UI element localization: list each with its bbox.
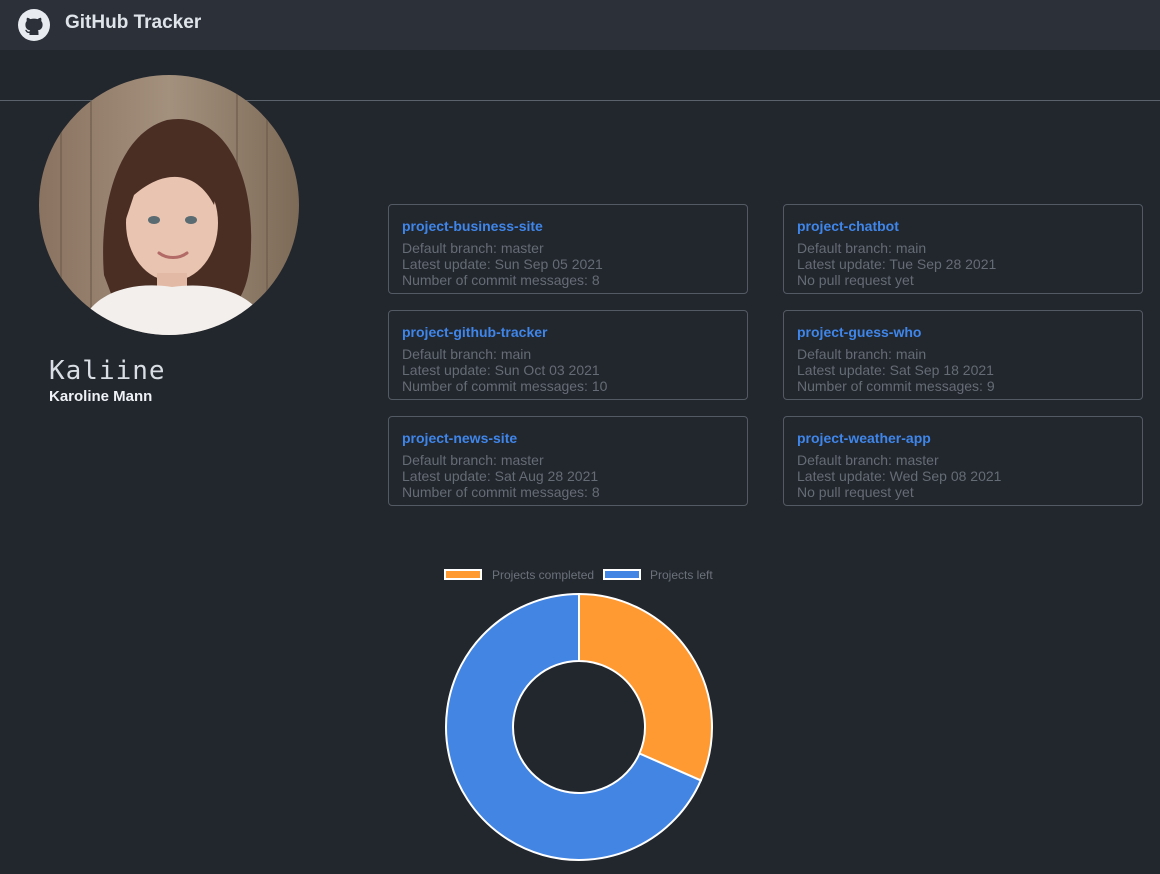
project-default-branch: Default branch: master [797, 452, 939, 468]
profile-avatar [39, 75, 299, 335]
project-commit-count: Number of commit messages: 9 [797, 378, 995, 394]
project-card: project-chatbot Default branch: main Lat… [783, 204, 1143, 294]
project-card: project-guess-who Default branch: main L… [783, 310, 1143, 400]
legend-label-completed[interactable]: Projects completed [492, 568, 594, 582]
profile-username: Kaliine [49, 356, 166, 386]
project-commit-count: Number of commit messages: 8 [402, 484, 600, 500]
project-default-branch: Default branch: master [402, 240, 544, 256]
top-nav-bar: GitHub Tracker [0, 0, 1160, 50]
project-default-branch: Default branch: main [797, 240, 927, 256]
project-link[interactable]: project-news-site [402, 430, 747, 446]
project-card: project-business-site Default branch: ma… [388, 204, 748, 294]
legend-swatch-completed[interactable] [444, 569, 482, 580]
project-card: project-news-site Default branch: master… [388, 416, 748, 506]
project-latest-update: Latest update: Sat Aug 28 2021 [402, 468, 599, 484]
projects-doughnut-chart [445, 592, 713, 861]
profile-full-name: Karoline Mann [49, 388, 153, 405]
project-latest-update: Latest update: Sun Oct 03 2021 [402, 362, 600, 378]
project-latest-update: Latest update: Wed Sep 08 2021 [797, 468, 1002, 484]
project-latest-update: Latest update: Tue Sep 28 2021 [797, 256, 997, 272]
project-commit-count: No pull request yet [797, 272, 914, 288]
project-commit-count: Number of commit messages: 8 [402, 272, 600, 288]
project-link[interactable]: project-weather-app [797, 430, 1142, 446]
project-default-branch: Default branch: master [402, 452, 544, 468]
project-card: project-weather-app Default branch: mast… [783, 416, 1143, 506]
github-logo-icon[interactable] [17, 8, 51, 42]
avatar-photo [39, 75, 299, 335]
project-commit-count: No pull request yet [797, 484, 914, 500]
legend-label-left[interactable]: Projects left [650, 568, 713, 582]
legend-swatch-left[interactable] [603, 569, 641, 580]
project-latest-update: Latest update: Sat Sep 18 2021 [797, 362, 994, 378]
project-default-branch: Default branch: main [402, 346, 532, 362]
project-commit-count: Number of commit messages: 10 [402, 378, 608, 394]
project-link[interactable]: project-guess-who [797, 324, 1142, 340]
project-default-branch: Default branch: main [797, 346, 927, 362]
chart-legend: Projects completed Projects left [444, 568, 724, 583]
project-link[interactable]: project-business-site [402, 218, 747, 234]
app-title: GitHub Tracker [65, 12, 202, 33]
project-card: project-github-tracker Default branch: m… [388, 310, 748, 400]
project-latest-update: Latest update: Sun Sep 05 2021 [402, 256, 603, 272]
project-link[interactable]: project-chatbot [797, 218, 1142, 234]
chart-slice-completed[interactable] [578, 592, 713, 782]
project-link[interactable]: project-github-tracker [402, 324, 747, 340]
